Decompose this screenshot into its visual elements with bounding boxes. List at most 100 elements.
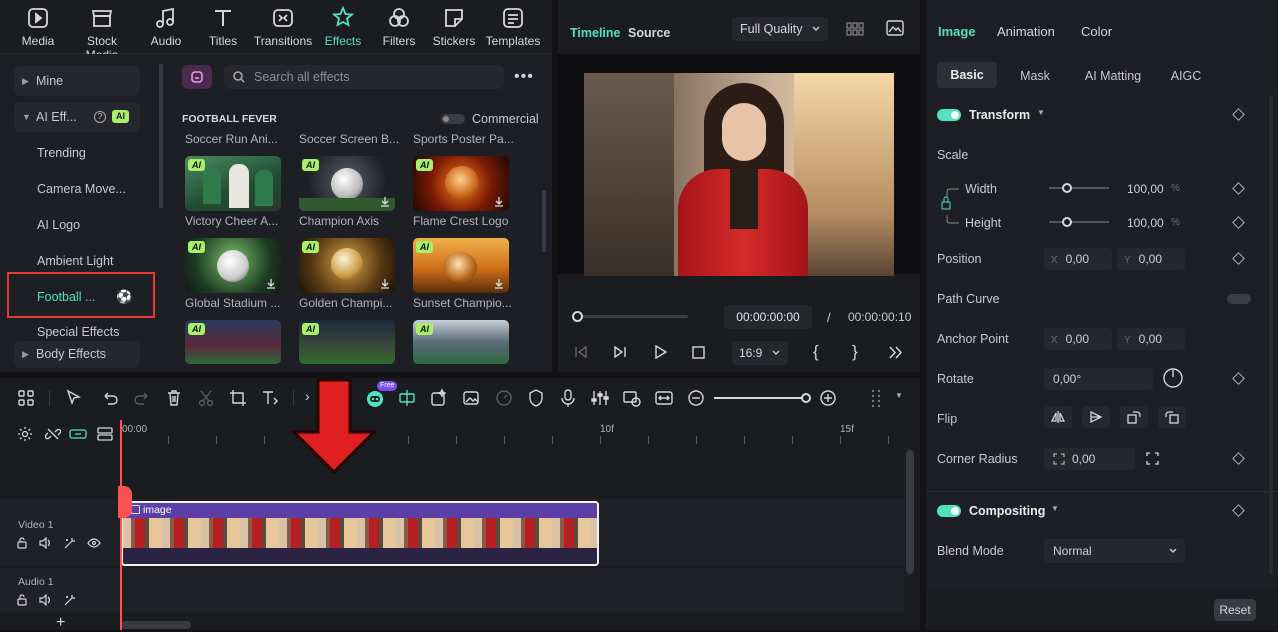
rotate-cw-button[interactable] bbox=[1120, 406, 1148, 428]
time-ruler[interactable]: 00:00 10f 15f bbox=[120, 418, 920, 448]
effect-thumb-golden-champion[interactable]: AI bbox=[299, 238, 395, 293]
keyframe-icon[interactable] bbox=[1232, 504, 1245, 517]
play-icon[interactable] bbox=[653, 345, 667, 359]
effect-thumb-victory-cheer[interactable]: AI bbox=[185, 156, 281, 211]
crop-icon[interactable] bbox=[228, 388, 248, 408]
subtab-aigc[interactable]: AIGC bbox=[1166, 64, 1206, 88]
position-x-field[interactable]: X 0,00 bbox=[1044, 248, 1112, 270]
effect-thumb-sunset-champion[interactable]: AI bbox=[413, 238, 509, 293]
commercial-toggle[interactable] bbox=[441, 114, 465, 124]
tab-stickers[interactable]: Stickers bbox=[421, 6, 487, 48]
fast-forward-icon[interactable] bbox=[889, 346, 903, 359]
zoom-slider-handle[interactable] bbox=[801, 393, 811, 403]
next-frame-icon[interactable] bbox=[613, 345, 627, 359]
effect-thumb-row3-2[interactable]: AI bbox=[299, 320, 395, 364]
props-scrollbar[interactable] bbox=[1269, 95, 1273, 575]
tab-media[interactable]: Media bbox=[5, 6, 71, 48]
stop-icon[interactable] bbox=[692, 346, 705, 359]
layout-grid-icon[interactable] bbox=[16, 388, 36, 408]
aspect-ratio-select[interactable]: 16:9 bbox=[732, 341, 788, 365]
smart-edit-icon[interactable] bbox=[429, 388, 449, 408]
tab-timeline[interactable]: Timeline bbox=[570, 26, 620, 40]
audio-mixer-icon[interactable] bbox=[590, 388, 610, 408]
replace-media-icon[interactable] bbox=[622, 388, 642, 408]
keyframe-icon[interactable] bbox=[1232, 452, 1245, 465]
rotate-field[interactable]: 0,00° bbox=[1044, 368, 1153, 390]
help-icon[interactable]: ? bbox=[94, 111, 106, 123]
caret-down-icon[interactable]: ▼ bbox=[895, 391, 903, 400]
tab-transitions[interactable]: Transitions bbox=[250, 6, 316, 48]
snap-icon[interactable] bbox=[397, 388, 417, 408]
shield-icon[interactable] bbox=[526, 388, 546, 408]
zoom-in-icon[interactable] bbox=[818, 388, 838, 408]
height-slider[interactable] bbox=[1049, 221, 1109, 223]
caret-down-icon[interactable]: ▼ bbox=[1051, 504, 1059, 513]
sidebar-item-body-effects[interactable]: ▶ Body Effects bbox=[14, 341, 140, 368]
flip-vertical-button[interactable] bbox=[1082, 406, 1110, 428]
rotate-dial-icon[interactable] bbox=[1162, 367, 1184, 389]
compositing-toggle[interactable] bbox=[937, 505, 961, 517]
ai-effects-button[interactable] bbox=[182, 65, 212, 89]
width-slider-handle[interactable] bbox=[1062, 183, 1072, 193]
speaker-icon[interactable] bbox=[39, 537, 52, 549]
timeline-v-scrollbar[interactable] bbox=[906, 450, 914, 574]
undo-icon[interactable] bbox=[100, 388, 120, 408]
playhead-marker[interactable] bbox=[118, 486, 132, 518]
effects-scrollbar[interactable] bbox=[542, 190, 546, 252]
zoom-slider[interactable] bbox=[714, 397, 806, 399]
text-icon[interactable] bbox=[260, 388, 280, 408]
effect-thumb-row3-1[interactable]: AI bbox=[185, 320, 281, 364]
sidebar-item-trending[interactable]: Trending bbox=[14, 138, 140, 168]
auto-enhance-icon[interactable] bbox=[63, 537, 76, 550]
reset-button[interactable]: Reset bbox=[1214, 599, 1256, 621]
sidebar-item-ai-logo[interactable]: AI Logo bbox=[14, 210, 140, 240]
subtab-mask[interactable]: Mask bbox=[1010, 64, 1060, 88]
previous-frame-icon[interactable] bbox=[574, 345, 588, 359]
path-curve-toggle[interactable] bbox=[1227, 294, 1251, 304]
caret-down-icon[interactable]: ▼ bbox=[1037, 108, 1045, 117]
speed-icon[interactable] bbox=[494, 388, 514, 408]
tab-image[interactable]: Image bbox=[938, 24, 976, 39]
select-pointer-icon[interactable] bbox=[64, 388, 84, 408]
position-y-field[interactable]: Y 0,00 bbox=[1117, 248, 1185, 270]
tab-animation[interactable]: Animation bbox=[997, 24, 1055, 39]
grid-view-icon[interactable] bbox=[846, 22, 864, 36]
link-clips-icon[interactable] bbox=[69, 426, 87, 442]
track-manager-icon[interactable] bbox=[97, 426, 113, 442]
anchor-y-field[interactable]: Y 0,00 bbox=[1117, 328, 1185, 350]
settings-icon[interactable] bbox=[17, 426, 33, 442]
width-slider[interactable] bbox=[1049, 187, 1109, 189]
current-time[interactable]: 00:00:00:00 bbox=[724, 305, 812, 329]
effect-thumb-champion-axis[interactable]: AI bbox=[299, 156, 395, 211]
anchor-x-field[interactable]: X 0,00 bbox=[1044, 328, 1112, 350]
effect-thumb-row3-3[interactable]: AI bbox=[413, 320, 509, 364]
effect-thumb-global-stadium[interactable]: AI bbox=[185, 238, 281, 293]
rotate-ccw-button[interactable] bbox=[1158, 406, 1186, 428]
tab-color[interactable]: Color bbox=[1081, 24, 1112, 39]
transform-toggle[interactable] bbox=[937, 109, 961, 121]
auto-enhance-icon[interactable] bbox=[63, 594, 76, 607]
tab-titles[interactable]: Titles bbox=[190, 6, 256, 48]
unlink-icon[interactable] bbox=[45, 426, 61, 442]
tab-templates[interactable]: Templates bbox=[480, 6, 546, 48]
subtab-ai-matting[interactable]: AI Matting bbox=[1076, 64, 1150, 88]
lock-icon[interactable] bbox=[16, 594, 28, 606]
sidebar-item-camera-move[interactable]: Camera Move... bbox=[14, 174, 140, 204]
fit-timeline-icon[interactable] bbox=[654, 388, 674, 408]
keyframe-icon[interactable] bbox=[1232, 216, 1245, 229]
effect-thumb-flame-crest-logo[interactable]: AI bbox=[413, 156, 509, 211]
zoom-out-icon[interactable] bbox=[686, 388, 706, 408]
link-lock-icon[interactable] bbox=[939, 180, 961, 230]
flip-horizontal-button[interactable] bbox=[1044, 406, 1072, 428]
keyframe-icon[interactable] bbox=[1232, 108, 1245, 121]
video-clip[interactable]: image bbox=[121, 501, 599, 566]
keyframe-icon[interactable] bbox=[1232, 182, 1245, 195]
delete-icon[interactable] bbox=[164, 388, 184, 408]
image-edit-icon[interactable] bbox=[461, 388, 481, 408]
microphone-icon[interactable] bbox=[558, 388, 578, 408]
eye-icon[interactable] bbox=[87, 538, 101, 548]
keyframe-icon[interactable] bbox=[1232, 372, 1245, 385]
drag-handle-icon[interactable] bbox=[866, 388, 886, 408]
redo-icon[interactable] bbox=[132, 388, 152, 408]
more-options-icon[interactable]: ••• bbox=[514, 68, 534, 86]
